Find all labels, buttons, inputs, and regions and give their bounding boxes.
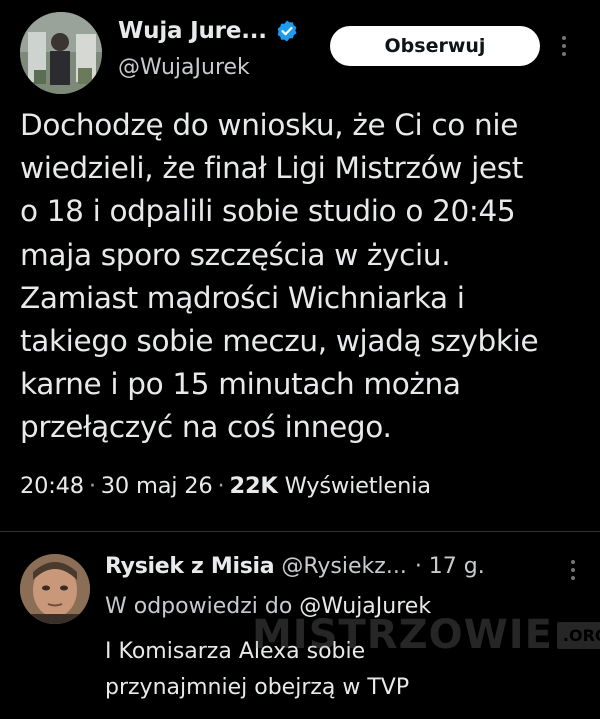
tweet-text: Dochodzę do wniosku, że Ci co nie wiedzi… <box>20 108 539 445</box>
author-avatar-image <box>20 12 102 94</box>
tweet-date[interactable]: 30 maj 26 <box>101 473 213 499</box>
more-options-icon[interactable] <box>554 36 574 60</box>
author-avatar[interactable] <box>20 12 102 94</box>
reply-tweet[interactable]: Rysiek z Misia @Rysiekz... · 17 g. W odp… <box>0 532 600 719</box>
reply-author-handle[interactable]: @Rysiekz... <box>281 554 406 579</box>
verified-badge-icon <box>277 20 297 42</box>
author-display-name[interactable]: Wuja Jure... <box>118 18 267 44</box>
views-count[interactable]: 22K <box>229 473 277 499</box>
reply-author-avatar[interactable] <box>20 554 90 624</box>
reply-to-prefix: W odpowiedzi do <box>105 594 293 619</box>
meta-separator: · <box>217 473 225 499</box>
reply-to-handle[interactable]: @WujaJurek <box>299 594 431 619</box>
reply-to-line: W odpowiedzi do @WujaJurek <box>105 594 431 619</box>
reply-text: I Komisarza Alexa sobie przynajmniej obe… <box>105 639 410 700</box>
follow-button[interactable]: Obserwuj <box>330 26 540 66</box>
reply-author-name[interactable]: Rysiek z Misia <box>105 554 275 579</box>
reply-more-options-icon[interactable] <box>563 560 583 584</box>
reply-time[interactable]: · 17 g. <box>415 554 485 579</box>
author-handle[interactable]: @WujaJurek <box>118 55 250 80</box>
views-label: Wyświetlenia <box>284 473 431 499</box>
meta-separator: · <box>88 473 96 499</box>
main-tweet: Wuja Jure... @WujaJurek Obserwuj Dochodz… <box>0 0 600 530</box>
tweet-meta: 20:48 · 30 maj 26 · 22K Wyświetlenia <box>20 473 431 499</box>
reply-avatar-image <box>20 554 90 624</box>
tweet-time[interactable]: 20:48 <box>20 473 84 499</box>
